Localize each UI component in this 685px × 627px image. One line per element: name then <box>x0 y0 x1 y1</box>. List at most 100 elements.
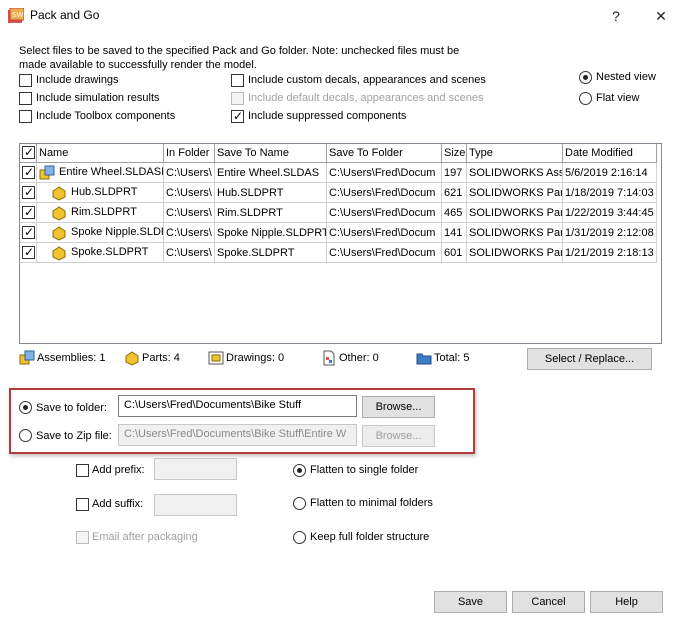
column-header-save-to-name[interactable]: Save To Name <box>215 144 327 163</box>
row-include-checkbox[interactable] <box>22 224 35 240</box>
cell-in-folder: C:\Users\ <box>164 243 215 263</box>
suffix-input[interactable] <box>154 494 237 516</box>
column-header-in-folder[interactable]: In Folder <box>164 144 215 163</box>
flatten-minimal-radio[interactable] <box>293 497 306 510</box>
include-drawings-checkbox[interactable] <box>19 74 32 87</box>
flatten-single-radio[interactable] <box>293 464 306 477</box>
cell-in-folder: C:\Users\ <box>164 183 215 203</box>
file-name: Entire Wheel.SLDASM <box>59 166 164 178</box>
file-name: Hub.SLDPRT <box>71 186 138 198</box>
help-button[interactable]: Help <box>590 591 663 613</box>
keep-full-label: Keep full folder structure <box>310 531 430 543</box>
cell-check[interactable] <box>20 163 37 183</box>
file-name: Rim.SLDPRT <box>71 206 137 218</box>
cell-name: Entire Wheel.SLDASM <box>37 163 164 183</box>
cell-name: Spoke Nipple.SLDPRT <box>37 223 164 243</box>
select-all-checkbox[interactable] <box>22 144 35 160</box>
add-prefix-label: Add prefix: <box>92 464 145 476</box>
other-count-label: Other: 0 <box>339 352 379 364</box>
cell-size: 141 <box>442 223 467 243</box>
cell-type: SOLIDWORKS Part <box>467 183 563 203</box>
row-include-checkbox[interactable] <box>22 204 35 220</box>
close-icon[interactable]: ✕ <box>650 6 672 26</box>
nested-view-label: Nested view <box>596 71 656 83</box>
include-custom-decals-label: Include custom decals, appearances and s… <box>248 74 486 86</box>
save-to-folder-label: Save to folder: <box>36 402 107 414</box>
cell-name: Rim.SLDPRT <box>37 203 164 223</box>
assemblies-count-label: Assemblies: 1 <box>37 352 106 364</box>
include-suppressed-checkbox[interactable] <box>231 108 244 124</box>
nested-view-radio[interactable] <box>579 71 592 84</box>
cancel-button[interactable]: Cancel <box>512 591 585 613</box>
cell-save-to-folder: C:\Users\Fred\Docum <box>327 183 442 203</box>
cell-check[interactable] <box>20 243 37 263</box>
cell-save-to-folder: C:\Users\Fred\Docum <box>327 223 442 243</box>
include-default-decals-checkbox[interactable] <box>231 92 244 105</box>
save-to-folder-radio[interactable] <box>19 401 32 414</box>
help-title-button[interactable]: ? <box>605 6 627 26</box>
column-header-name[interactable]: Name <box>37 144 164 163</box>
save-to-zip-radio[interactable] <box>19 429 32 442</box>
save-zip-field[interactable]: C:\Users\Fred\Documents\Bike Stuff\Entir… <box>118 424 357 446</box>
total-count-label: Total: 5 <box>434 352 470 364</box>
select-replace-button[interactable]: Select / Replace... <box>527 348 652 370</box>
add-suffix-checkbox[interactable] <box>76 498 89 511</box>
svg-text:SW: SW <box>12 11 23 19</box>
email-after-label: Email after packaging <box>92 531 198 543</box>
drawing-icon <box>208 351 224 365</box>
add-prefix-checkbox[interactable] <box>76 464 89 477</box>
column-header-save-to-folder[interactable]: Save To Folder <box>327 144 442 163</box>
cell-type: SOLIDWORKS Part <box>467 223 563 243</box>
cell-check[interactable] <box>20 223 37 243</box>
cell-check[interactable] <box>20 203 37 223</box>
file-name: Spoke Nipple.SLDPRT <box>71 226 163 238</box>
cell-in-folder: C:\Users\ <box>164 163 215 183</box>
cell-save-to-folder: C:\Users\Fred\Docum <box>327 163 442 183</box>
cell-name: Spoke.SLDPRT <box>37 243 164 263</box>
select-all-header[interactable] <box>20 144 37 163</box>
row-include-checkbox[interactable] <box>22 184 35 200</box>
flatten-single-label: Flatten to single folder <box>310 464 419 476</box>
part-icon <box>125 351 139 366</box>
folder-icon <box>416 353 432 365</box>
cell-type: SOLIDWORKS Part <box>467 203 563 223</box>
row-include-checkbox[interactable] <box>22 164 35 180</box>
cell-save-to-folder: C:\Users\Fred\Docum <box>327 203 442 223</box>
cell-name: Hub.SLDPRT <box>37 183 164 203</box>
cell-check[interactable] <box>20 183 37 203</box>
browse-folder-button[interactable]: Browse... <box>362 396 435 418</box>
window-title: Pack and Go <box>30 8 100 22</box>
include-custom-decals-checkbox[interactable] <box>231 74 244 87</box>
include-suppressed-label: Include suppressed components <box>248 110 407 122</box>
file-name: Spoke.SLDPRT <box>71 246 149 258</box>
other-file-icon <box>323 350 335 366</box>
cell-date-modified: 1/21/2019 2:18:13 <box>563 243 657 263</box>
cell-date-modified: 1/22/2019 3:44:45 <box>563 203 657 223</box>
file-table[interactable]: Name In Folder Save To Name Save To Fold… <box>19 143 662 344</box>
include-simulation-checkbox[interactable] <box>19 92 32 105</box>
cell-type: SOLIDWORKS Ass <box>467 163 563 183</box>
cell-save-to-name: Entire Wheel.SLDAS <box>215 163 327 183</box>
column-header-type[interactable]: Type <box>467 144 563 163</box>
assembly-icon <box>19 350 35 365</box>
cell-save-to-name: Rim.SLDPRT <box>215 203 327 223</box>
column-header-date-modified[interactable]: Date Modified <box>563 144 657 163</box>
save-folder-field[interactable]: C:\Users\Fred\Documents\Bike Stuff <box>118 395 357 417</box>
include-toolbox-checkbox[interactable] <box>19 110 32 123</box>
include-toolbox-label: Include Toolbox components <box>36 110 176 122</box>
part-icon <box>52 186 66 201</box>
part-icon <box>52 246 66 261</box>
part-icon <box>52 226 66 241</box>
parts-count-label: Parts: 4 <box>142 352 180 364</box>
cell-size: 465 <box>442 203 467 223</box>
save-button[interactable]: Save <box>434 591 507 613</box>
keep-full-radio[interactable] <box>293 531 306 544</box>
email-after-checkbox[interactable] <box>76 531 89 544</box>
cell-in-folder: C:\Users\ <box>164 203 215 223</box>
prefix-input[interactable] <box>154 458 237 480</box>
flat-view-radio[interactable] <box>579 92 592 105</box>
browse-zip-button[interactable]: Browse... <box>362 425 435 447</box>
row-include-checkbox[interactable] <box>22 244 35 260</box>
column-header-size[interactable]: Size <box>442 144 467 163</box>
save-to-zip-label: Save to Zip file: <box>36 430 112 442</box>
